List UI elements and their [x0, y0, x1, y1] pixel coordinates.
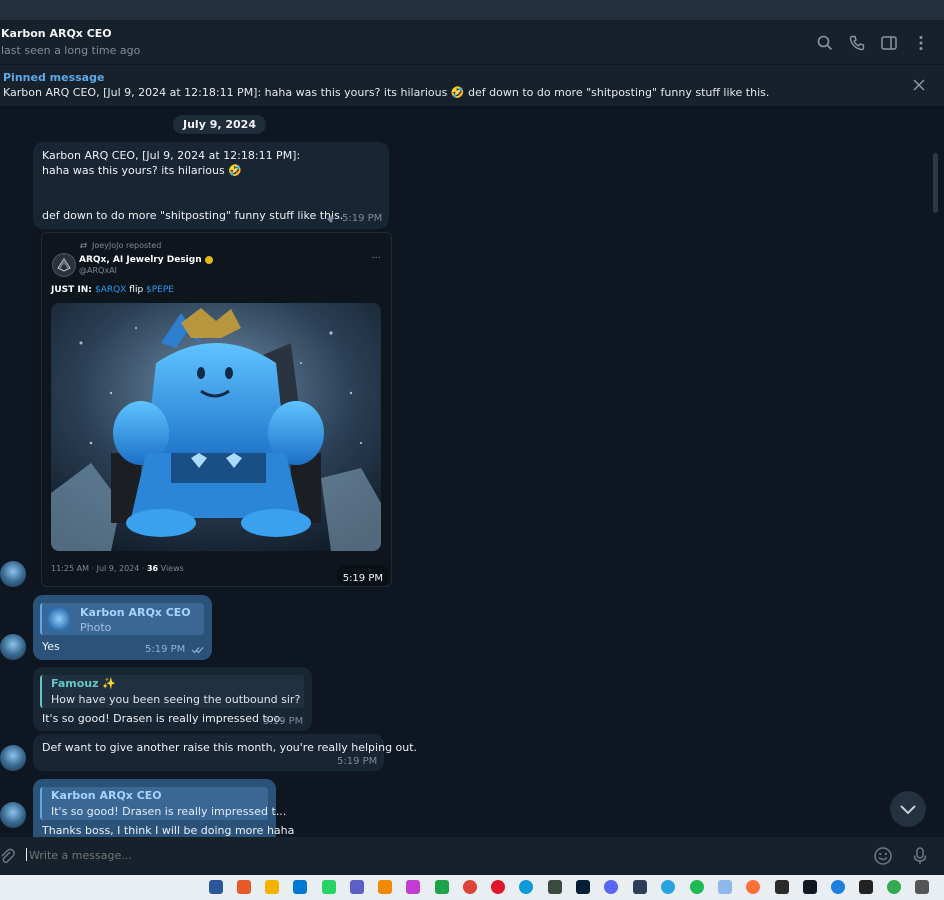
- edge-icon[interactable]: [519, 880, 533, 894]
- message-text: Yes: [42, 640, 60, 653]
- message-line: Karbon ARQ CEO, [Jul 9, 2024 at 12:18:11…: [42, 149, 301, 162]
- pinned-text: Karbon ARQ CEO, [Jul 9, 2024 at 12:18:11…: [3, 86, 770, 99]
- emoji-icon[interactable]: [873, 846, 893, 866]
- scrollbar-thumb[interactable]: [933, 153, 938, 213]
- app-icon[interactable]: [859, 880, 873, 894]
- reply-text: It's so good! Drasen is really impressed…: [51, 805, 287, 818]
- message-line: haha was this yours? its hilarious 🤣: [42, 164, 242, 177]
- avatar[interactable]: [0, 802, 26, 828]
- discord-icon[interactable]: [604, 880, 618, 894]
- reply-author: Famouz ✨: [51, 677, 117, 690]
- double-check-icon: [191, 647, 204, 654]
- tweet-more-icon: ···: [371, 253, 381, 264]
- pin-icon: [327, 215, 334, 223]
- date-separator: July 9, 2024: [173, 115, 266, 134]
- settings-icon[interactable]: [915, 880, 929, 894]
- reply-text: How have you been seeing the outbound si…: [51, 693, 301, 706]
- message-time: 5:19 PM: [342, 213, 383, 224]
- app-icon[interactable]: [237, 880, 251, 894]
- message-bubble[interactable]: Def want to give another raise this mont…: [33, 734, 417, 771]
- time-badge: 5:19 PM: [336, 565, 389, 586]
- chrome-icon[interactable]: [887, 880, 901, 894]
- teams-icon[interactable]: [350, 880, 364, 894]
- window-top-strip: [0, 0, 944, 20]
- microphone-icon[interactable]: [910, 846, 930, 866]
- taskbar: [0, 875, 944, 900]
- tweet-screenshot[interactable]: JoeyJoJo reposted ARQx, AI Jewelry Desig…: [41, 232, 392, 587]
- repost-icon: [79, 242, 88, 249]
- verified-badge-icon: [204, 255, 213, 264]
- message-text: Thanks boss, I think I will be doing mor…: [42, 824, 295, 837]
- message-text: Def want to give another raise this mont…: [42, 741, 418, 754]
- reply-author: Karbon ARQx CEO: [80, 606, 191, 619]
- tweet-body: JUST IN: $ARQX flip $PEPE: [51, 285, 174, 295]
- spotify-icon[interactable]: [690, 880, 704, 894]
- chrome-icon[interactable]: [463, 880, 477, 894]
- whatsapp-icon[interactable]: [322, 880, 336, 894]
- tweet-avatar: [52, 253, 76, 277]
- app-icon[interactable]: [633, 880, 647, 894]
- notepad-icon[interactable]: [718, 880, 732, 894]
- photoshop-icon[interactable]: [576, 880, 590, 894]
- app-icon[interactable]: [831, 880, 845, 894]
- message-input[interactable]: [27, 848, 631, 863]
- search-icon[interactable]: [816, 34, 834, 52]
- app-icon[interactable]: [435, 880, 449, 894]
- message-time: 5:19 PM: [342, 573, 383, 584]
- chevron-down-icon: [900, 805, 916, 815]
- vlc-icon[interactable]: [378, 880, 392, 894]
- message-time: 5:19 PM: [337, 756, 378, 767]
- opera-icon[interactable]: [491, 880, 505, 894]
- more-vertical-icon[interactable]: [912, 34, 930, 52]
- chat-header: Karbon ARQx CEO last seen a long time ag…: [0, 20, 944, 65]
- phone-icon[interactable]: [848, 34, 866, 52]
- message-line: def down to do more "shitposting" funny …: [42, 209, 344, 222]
- message-bubble-outgoing[interactable]: Karbon ARQx CEO It's so good! Drasen is …: [33, 779, 294, 837]
- tweet-meta: 11:25 AM · Jul 9, 2024 · 36 Views: [51, 564, 184, 573]
- reply-quote[interactable]: Karbon ARQx CEO Photo: [40, 603, 204, 635]
- message-bubble-outgoing[interactable]: Karbon ARQx CEO Photo Yes 5:19 PM: [33, 595, 212, 660]
- app-icon[interactable]: [548, 880, 562, 894]
- vscode-icon[interactable]: [293, 880, 307, 894]
- word-app-icon[interactable]: [209, 880, 223, 894]
- tweet-author-handle: @ARQxAI: [79, 266, 117, 275]
- reply-author: Karbon ARQx CEO: [51, 789, 162, 802]
- message-text: It's so good! Drasen is really impressed…: [42, 712, 284, 725]
- reply-quote[interactable]: Famouz ✨ How have you been seeing the ou…: [40, 675, 304, 708]
- pinned-message-bar[interactable]: Pinned message Karbon ARQ CEO, [Jul 9, 2…: [0, 65, 944, 107]
- message-time: 5:19 PM: [145, 644, 186, 655]
- tweet-repost-label: JoeyJoJo reposted: [92, 241, 162, 250]
- tradingview-icon[interactable]: [803, 880, 817, 894]
- message-bubble[interactable]: Karbon ARQ CEO, [Jul 9, 2024 at 12:18:11…: [33, 142, 389, 229]
- file-explorer-icon[interactable]: [265, 880, 279, 894]
- telegram-icon[interactable]: [661, 880, 675, 894]
- tweet-image-ice-creature: [51, 303, 381, 551]
- pinned-title: Pinned message: [3, 71, 105, 84]
- paperclip-icon[interactable]: [0, 847, 16, 865]
- chat-title[interactable]: Karbon ARQx CEO: [1, 27, 112, 40]
- reply-text: Photo: [80, 621, 112, 634]
- chat-status: last seen a long time ago: [1, 44, 141, 57]
- tweet-author-name: ARQx, AI Jewelry Design: [79, 255, 213, 265]
- scroll-down-button[interactable]: [890, 791, 926, 827]
- avatar[interactable]: [0, 745, 26, 771]
- message-time: 5:19 PM: [263, 716, 304, 727]
- app-icon[interactable]: [406, 880, 420, 894]
- terminal-icon[interactable]: [775, 880, 789, 894]
- avatar[interactable]: [0, 561, 26, 587]
- reply-quote[interactable]: Karbon ARQx CEO It's so good! Drasen is …: [40, 787, 286, 820]
- avatar[interactable]: [0, 634, 26, 660]
- message-composer: [0, 837, 944, 875]
- chat-area[interactable]: July 9, 2024 Karbon ARQ CEO, [Jul 9, 202…: [0, 107, 944, 837]
- sidebar-toggle-icon[interactable]: [880, 34, 898, 52]
- close-icon[interactable]: [912, 78, 926, 92]
- firefox-icon[interactable]: [746, 880, 760, 894]
- message-bubble[interactable]: Famouz ✨ How have you been seeing the ou…: [33, 667, 312, 731]
- reply-thumbnail: [47, 607, 71, 631]
